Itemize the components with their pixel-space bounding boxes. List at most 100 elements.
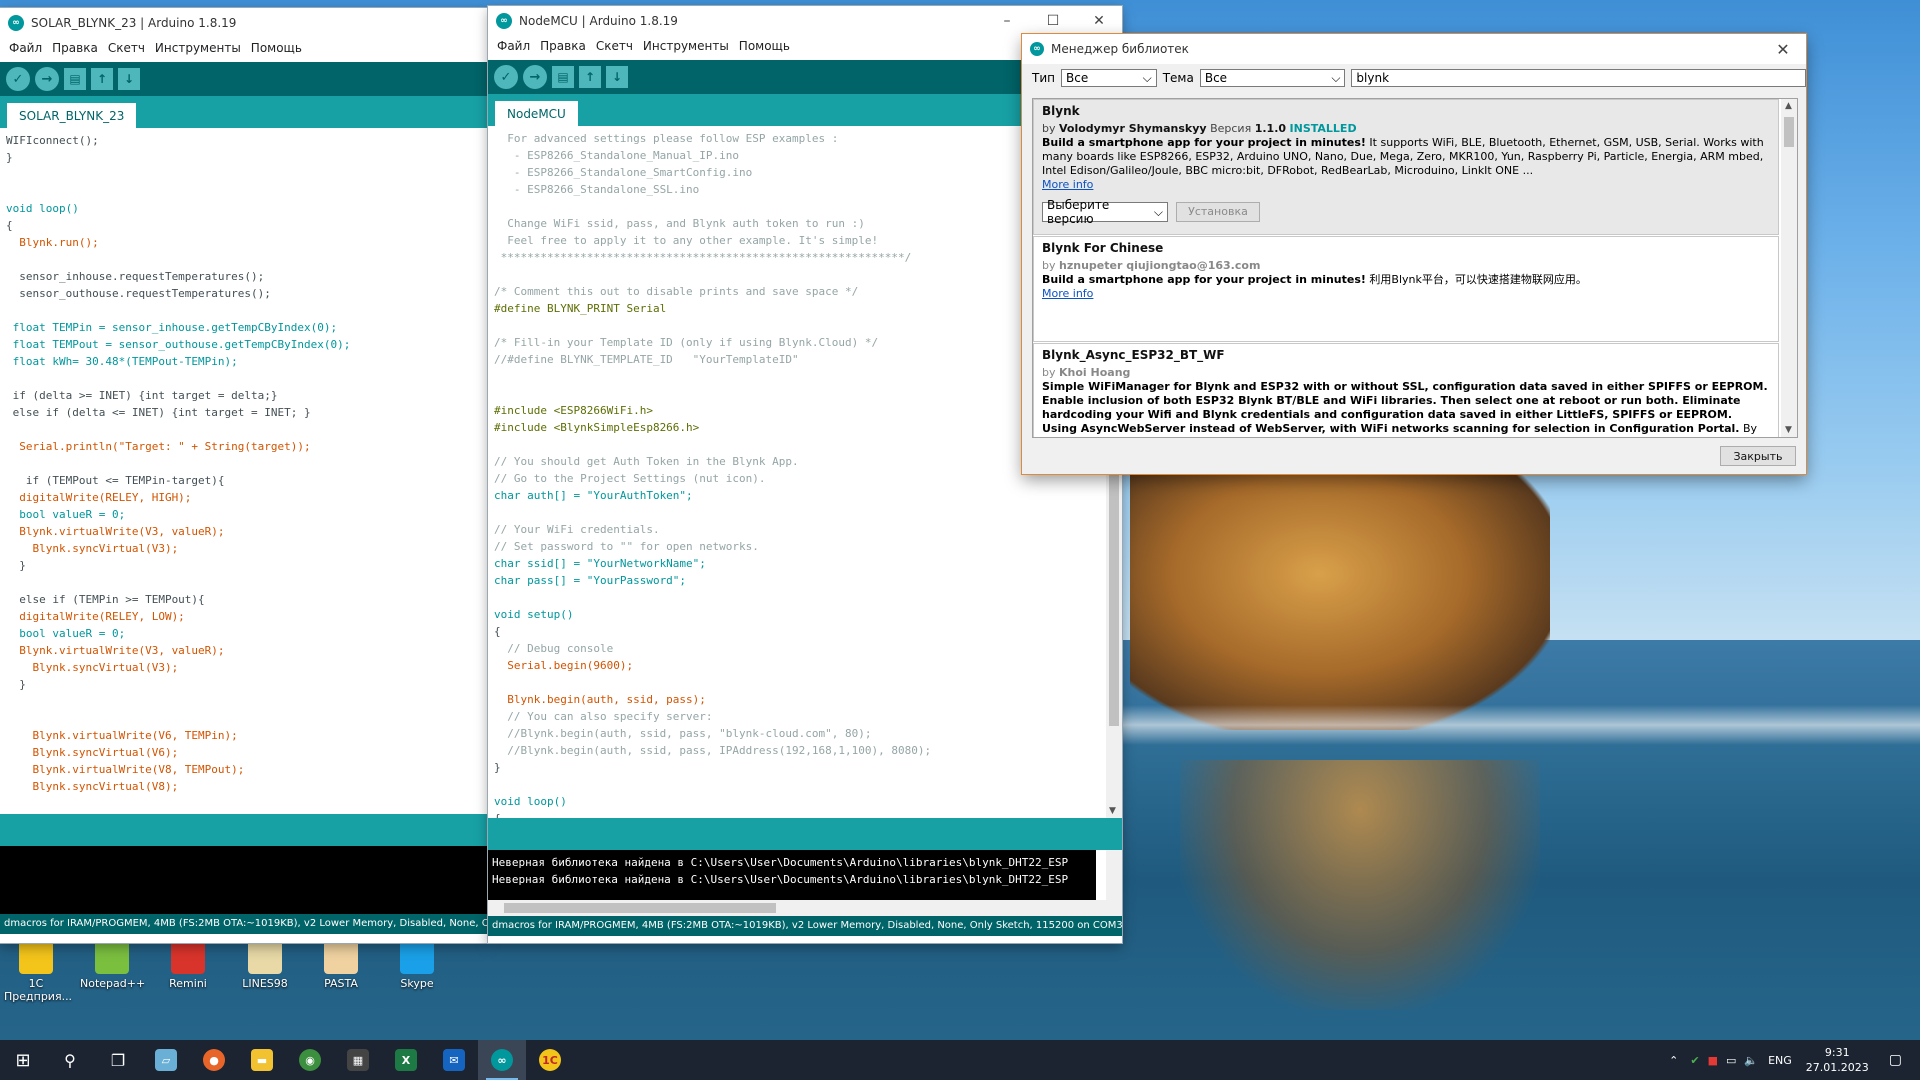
code-editor[interactable]: WIFIconnect();} void loop() { Blynk.run();… (0, 128, 488, 814)
scroll-up-icon[interactable]: ▲ (1785, 101, 1792, 111)
open-icon[interactable]: ↑ (579, 66, 601, 88)
minimize-icon[interactable]: – (984, 6, 1030, 36)
new-icon[interactable]: ▤ (552, 66, 574, 88)
desktop-rock-reflection (1180, 760, 1540, 1010)
close-icon[interactable]: ✕ (1076, 6, 1122, 36)
title-bar[interactable]: ∞ Менеджер библиотек (1022, 34, 1806, 64)
scroll-down-icon[interactable]: ▼ (1109, 806, 1116, 816)
security-icon[interactable]: ✔ (1690, 1054, 1699, 1067)
more-info-link[interactable]: More info (1042, 287, 1770, 301)
task-view-button[interactable]: ❐ (94, 1040, 142, 1080)
clock[interactable]: 9:31 27.01.2023 (1806, 1045, 1869, 1075)
menu-item-3[interactable]: Инструменты (643, 39, 729, 53)
notifications-icon[interactable]: ▢ (1889, 1052, 1902, 1068)
taskbar-app-outlook[interactable]: ✉ (430, 1040, 478, 1080)
desktop-icon[interactable]: Skype (385, 940, 449, 990)
folder-icon: ▬ (251, 1049, 273, 1071)
network-icon[interactable]: ▭ (1726, 1054, 1736, 1067)
open-icon[interactable]: ↑ (91, 68, 113, 90)
taskbar-app-arduino[interactable]: ∞ (478, 1040, 526, 1080)
upload-icon[interactable]: → (35, 67, 59, 91)
taskbar-app-firefox[interactable]: ● (190, 1040, 238, 1080)
antivirus-icon[interactable]: ■ (1708, 1054, 1718, 1067)
volume-icon[interactable]: 🔈 (1744, 1054, 1758, 1067)
console-scrollbar[interactable] (1106, 850, 1122, 900)
code-line: Blynk.virtualWrite(V3, valueR); (6, 644, 225, 657)
console-hscrollbar[interactable] (488, 900, 1122, 916)
library-author: Khoi Hoang (1059, 366, 1131, 379)
close-button[interactable]: Закрыть (1720, 446, 1796, 466)
code-line: else if (TEMPin >= TEMPout){ (6, 593, 205, 606)
library-item-blynk-async[interactable]: Blynk_Async_ESP32_BT_WF by Khoi Hoang Si… (1033, 343, 1779, 437)
library-version: 1.1.0 (1254, 122, 1287, 135)
menu-item-2[interactable]: Скетч (108, 41, 145, 55)
tab-nodemcu[interactable]: NodeMCU (495, 101, 578, 126)
verify-icon[interactable]: ✓ (6, 67, 30, 91)
code-line: char auth[] = "YourAuthToken"; (494, 489, 693, 502)
save-icon[interactable]: ↓ (118, 68, 140, 90)
code-line: void loop() (6, 202, 79, 215)
chevron-down-icon: ⌵ (1142, 70, 1152, 85)
search-input[interactable] (1351, 69, 1807, 87)
verify-icon[interactable]: ✓ (494, 65, 518, 89)
hscroll-thumb[interactable] (504, 903, 776, 913)
new-icon[interactable]: ▤ (64, 68, 86, 90)
menu-item-2[interactable]: Скетч (596, 39, 633, 53)
scroll-down-icon[interactable]: ▼ (1785, 425, 1792, 435)
code-line: Feel free to apply it to any other examp… (494, 234, 879, 247)
install-button[interactable]: Установка (1176, 202, 1260, 222)
taskbar-app-excel[interactable]: X (382, 1040, 430, 1080)
desktop-icon[interactable]: 1С Предприя... (4, 940, 72, 1003)
code-line: if (delta >= INET) {int target = delta;} (6, 389, 278, 402)
save-icon[interactable]: ↓ (606, 66, 628, 88)
menu-item-3[interactable]: Инструменты (155, 41, 241, 55)
scrollbar-thumb[interactable] (1784, 117, 1794, 147)
menu-item-1[interactable]: Правка (52, 41, 98, 55)
close-icon[interactable]: ✕ (1760, 34, 1806, 64)
search-button[interactable]: ⚲ (46, 1040, 94, 1080)
taskbar-app-calculator[interactable]: ▦ (334, 1040, 382, 1080)
library-desc-bold: Simple WiFiManager for Blynk and ESP32 w… (1042, 380, 1768, 435)
title-bar[interactable]: ∞ SOLAR_BLYNK_23 | Arduino 1.8.19 (0, 8, 488, 38)
menu-item-1[interactable]: Правка (540, 39, 586, 53)
menu-item-0[interactable]: Файл (9, 41, 42, 55)
desktop-icon[interactable]: PASTA (309, 940, 373, 990)
library-list-scrollbar[interactable]: ▲ ▼ (1781, 99, 1797, 437)
windows-icon: ⊞ (15, 1049, 31, 1071)
taskbar-app-1c[interactable]: 1C (526, 1040, 574, 1080)
language-indicator[interactable]: ENG (1768, 1054, 1792, 1067)
menu-item-4[interactable]: Помощь (251, 41, 302, 55)
tab-solar-blynk[interactable]: SOLAR_BLYNK_23 (7, 103, 137, 128)
taskbar-app-notebook[interactable]: ▱ (142, 1040, 190, 1080)
task-view-icon: ❐ (110, 1050, 126, 1070)
taskbar-app-chrome[interactable]: ◉ (286, 1040, 334, 1080)
taskbar-app-explorer[interactable]: ▬ (238, 1040, 286, 1080)
maximize-icon[interactable]: ☐ (1030, 6, 1076, 36)
version-select[interactable]: Выберите версию ⌵ (1042, 198, 1168, 226)
code-line: //Blynk.begin(auth, ssid, pass, "blynk-c… (494, 727, 872, 740)
code-editor[interactable]: For advanced settings please follow ESP … (488, 126, 1102, 818)
desktop-icon[interactable]: LINES98 (233, 940, 297, 990)
library-item-blynk[interactable]: Blynk by Volodymyr Shymanskyy Версия 1.1… (1033, 99, 1779, 235)
desktop-icon[interactable]: Notepad++ (80, 940, 145, 990)
topic-select[interactable]: Все ⌵ (1199, 69, 1346, 87)
library-item-blynk-chinese[interactable]: Blynk For Chinese by hznupeter qiujiongt… (1033, 236, 1779, 342)
code-line: // Your WiFi credentials. (494, 523, 660, 536)
code-line: digitalWrite(RELEY, LOW); (6, 610, 185, 623)
type-select[interactable]: Все ⌵ (1060, 69, 1157, 87)
app-icon (95, 940, 129, 974)
chevron-up-icon[interactable]: ⌃ (1669, 1054, 1678, 1067)
upload-icon[interactable]: → (523, 65, 547, 89)
code-line: Blynk.syncVirtual(V8); (6, 780, 179, 793)
menu-item-0[interactable]: Файл (497, 39, 530, 53)
app-icon (248, 940, 282, 974)
start-button[interactable]: ⊞ (0, 1040, 46, 1080)
desktop-icon[interactable]: Remini (156, 940, 220, 990)
menu-item-4[interactable]: Помощь (739, 39, 790, 53)
more-info-link[interactable]: More info (1042, 178, 1770, 192)
arduino-window-solar: ∞ SOLAR_BLYNK_23 | Arduino 1.8.19 Файл Пр… (0, 8, 488, 943)
